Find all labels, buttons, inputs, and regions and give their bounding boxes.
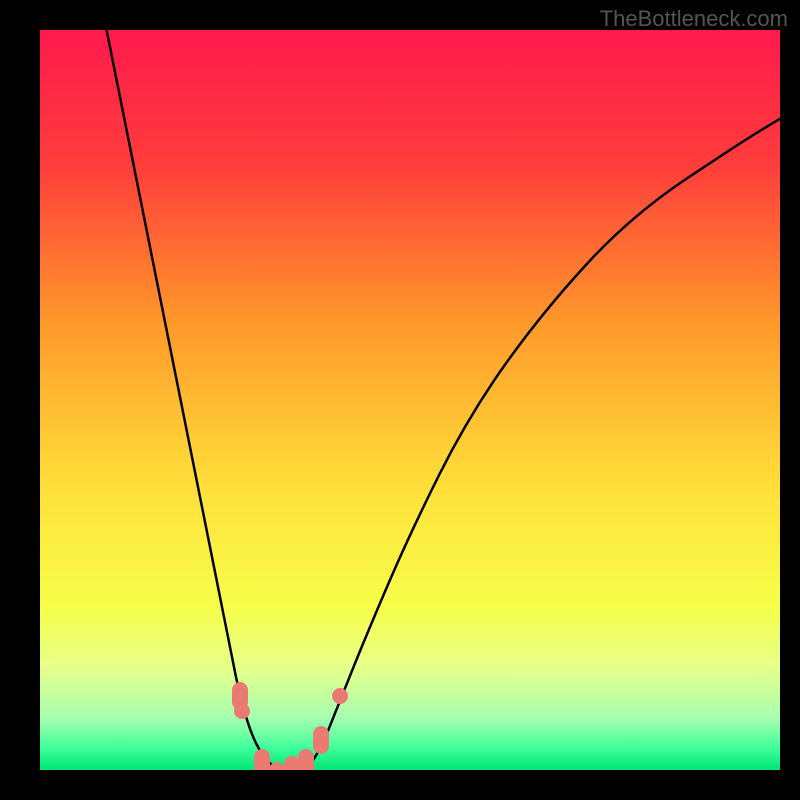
data-marker <box>313 726 329 754</box>
left-curve-path <box>107 30 277 770</box>
plot-area <box>40 30 780 770</box>
data-marker <box>332 688 348 704</box>
data-marker <box>254 749 270 770</box>
curve-layer <box>40 30 780 770</box>
data-marker <box>234 703 250 719</box>
right-curve-path <box>306 119 780 770</box>
data-marker <box>298 749 314 770</box>
watermark-text: TheBottleneck.com <box>600 6 788 32</box>
data-marker <box>284 756 300 770</box>
